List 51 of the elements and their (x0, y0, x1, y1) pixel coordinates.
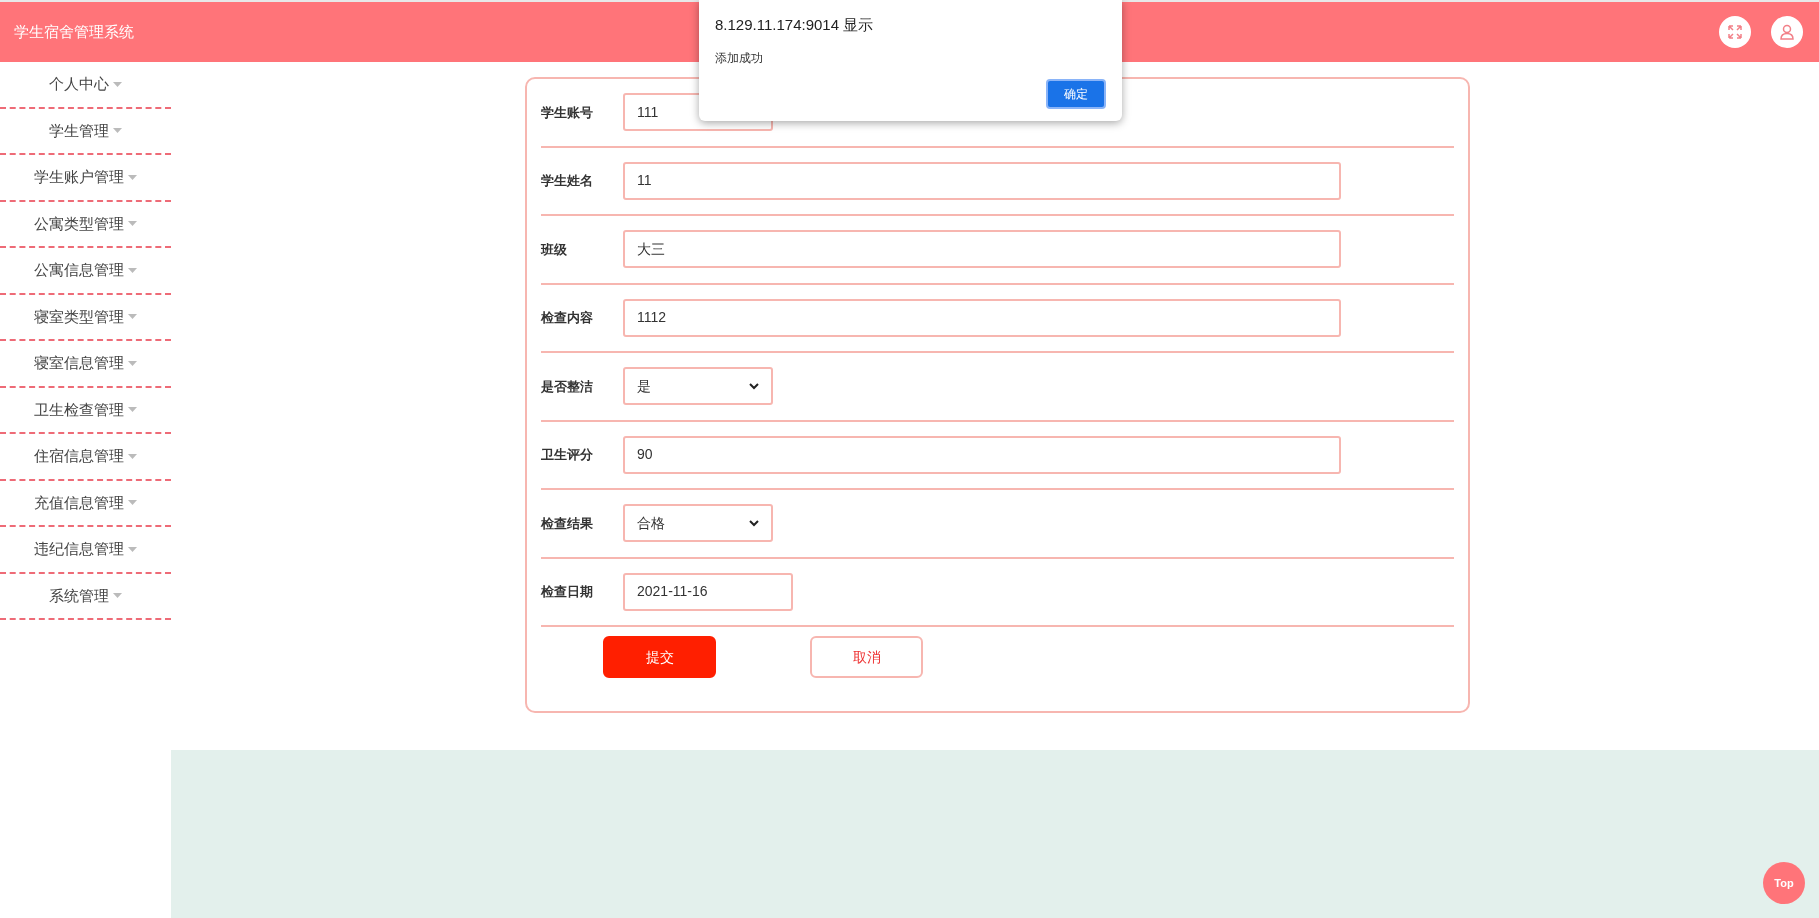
caret-icon (128, 221, 137, 227)
input-field[interactable]: 大三 (623, 230, 1341, 269)
sidebar-item[interactable]: 充值信息管理 (0, 480, 171, 527)
ok-button[interactable]: 确定 (1046, 78, 1106, 109)
user-button[interactable] (1771, 16, 1803, 48)
input-field[interactable]: 11 (623, 161, 1341, 200)
sidebar-item[interactable]: 公寓类型管理 (0, 201, 171, 248)
dialog-title: 8.129.11.174:9014 显示 (715, 15, 875, 35)
field-label: 检查结果 (541, 514, 594, 533)
sidebar-item[interactable]: 学生管理 (0, 108, 171, 155)
input-field[interactable]: 1112 (623, 298, 1341, 337)
app-title: 学生宿舍管理系统 (14, 21, 134, 42)
field-label: 检查日期 (541, 583, 594, 601)
chevron-down-icon (749, 382, 759, 390)
date-field[interactable]: 2021-11-16 (623, 572, 793, 611)
caret-icon (113, 128, 122, 134)
caret-icon (113, 81, 122, 87)
caret-icon (128, 174, 137, 180)
expand-arrows-icon (1727, 24, 1743, 40)
field-label: 检查内容 (541, 309, 594, 327)
submit-button[interactable]: 提交 (603, 636, 716, 678)
sidebar-item[interactable]: 寝室类型管理 (0, 294, 171, 341)
user-icon (1779, 24, 1795, 40)
sidebar-item[interactable]: 个人中心 (0, 62, 171, 109)
sidebar-item[interactable]: 系统管理 (0, 573, 171, 620)
sidebar-item[interactable]: 公寓信息管理 (0, 248, 171, 295)
field-label: 学生姓名 (541, 172, 594, 190)
caret-icon (128, 360, 137, 366)
sidebar-item[interactable]: 卫生检查管理 (0, 387, 171, 434)
select-field[interactable]: 合格 (623, 504, 773, 543)
field-label: 卫生评分 (541, 446, 594, 464)
input-field[interactable]: 90 (623, 435, 1341, 474)
caret-icon (128, 314, 137, 320)
caret-icon (128, 407, 137, 413)
field-label: 是否整洁 (541, 377, 594, 396)
caret-icon (128, 546, 137, 552)
caret-icon (128, 267, 137, 273)
sidebar-item[interactable]: 学生账户管理 (0, 155, 171, 202)
cancel-button[interactable]: 取消 (810, 636, 923, 678)
caret-icon (128, 453, 137, 459)
caret-icon (113, 593, 122, 599)
field-label: 学生账号 (541, 103, 594, 122)
sidebar-item[interactable]: 住宿信息管理 (0, 434, 171, 481)
field-label: 班级 (541, 240, 568, 259)
dialog-message: 添加成功 (715, 49, 764, 67)
caret-icon (128, 500, 137, 506)
sidebar-item[interactable]: 违纪信息管理 (0, 527, 171, 574)
fullscreen-button[interactable] (1719, 16, 1751, 48)
select-field[interactable]: 是 (623, 367, 773, 406)
sidebar-item[interactable]: 寝室信息管理 (0, 341, 171, 388)
chevron-down-icon (749, 519, 759, 527)
